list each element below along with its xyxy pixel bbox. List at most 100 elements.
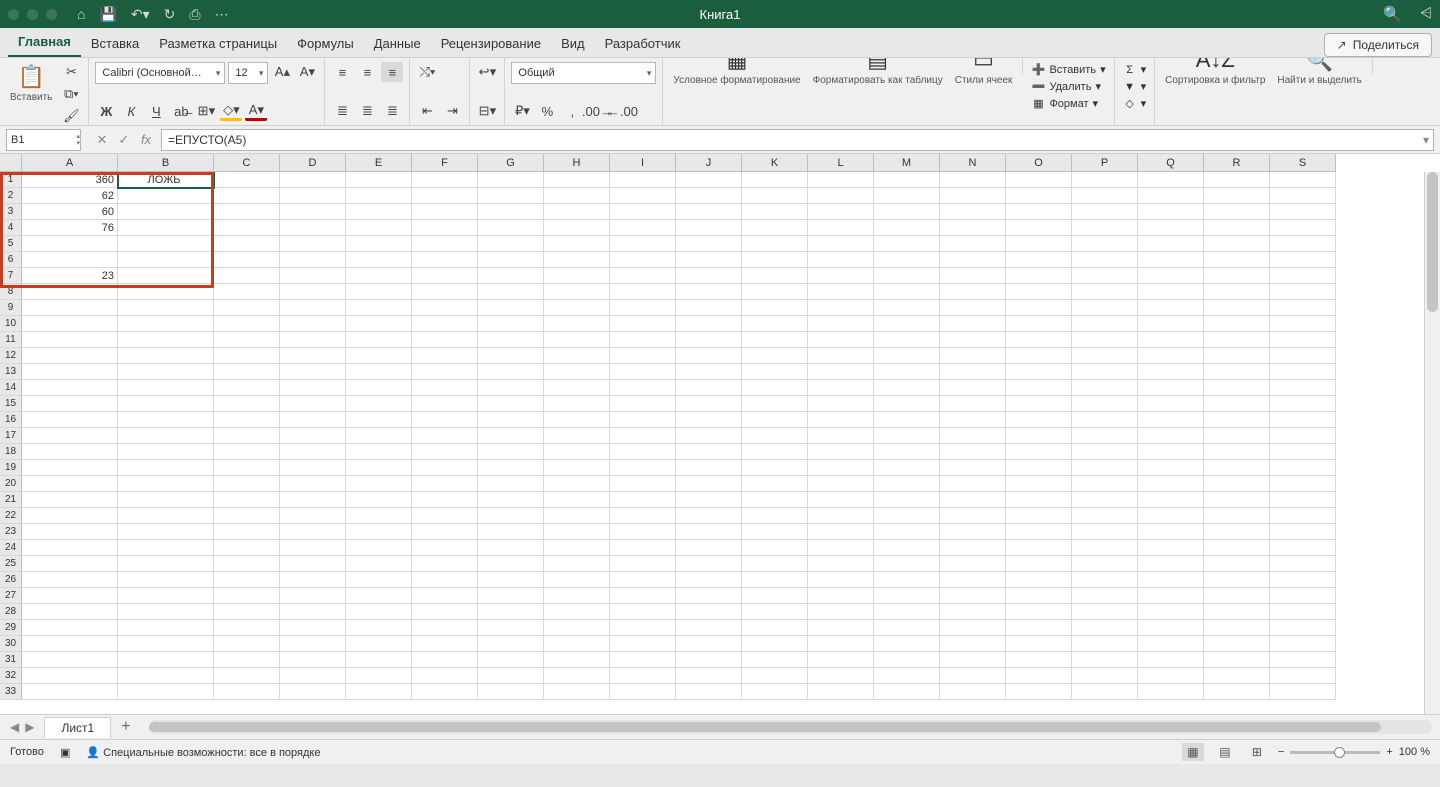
column-header-I[interactable]: I	[610, 154, 676, 172]
tab-insert[interactable]: Вставка	[81, 32, 149, 57]
cell-E3[interactable]	[346, 204, 412, 220]
cell-C9[interactable]	[214, 300, 280, 316]
cell-A10[interactable]	[22, 316, 118, 332]
cell-H14[interactable]	[544, 380, 610, 396]
row-header-16[interactable]: 16	[0, 412, 22, 428]
cell-E13[interactable]	[346, 364, 412, 380]
cell-R26[interactable]	[1204, 572, 1270, 588]
cell-I19[interactable]	[610, 460, 676, 476]
cell-O8[interactable]	[1006, 284, 1072, 300]
cell-P16[interactable]	[1072, 412, 1138, 428]
cell-O2[interactable]	[1006, 188, 1072, 204]
tab-developer[interactable]: Разработчик	[595, 32, 691, 57]
cell-E14[interactable]	[346, 380, 412, 396]
cell-C32[interactable]	[214, 668, 280, 684]
cell-Q13[interactable]	[1138, 364, 1204, 380]
cell-P33[interactable]	[1072, 684, 1138, 700]
cell-J20[interactable]	[676, 476, 742, 492]
cell-S23[interactable]	[1270, 524, 1336, 540]
cell-K1[interactable]	[742, 172, 808, 188]
cell-J5[interactable]	[676, 236, 742, 252]
cell-P14[interactable]	[1072, 380, 1138, 396]
cell-R12[interactable]	[1204, 348, 1270, 364]
cell-Q25[interactable]	[1138, 556, 1204, 572]
cell-J1[interactable]	[676, 172, 742, 188]
cell-N1[interactable]	[940, 172, 1006, 188]
cell-B15[interactable]	[118, 396, 214, 412]
cell-M21[interactable]	[874, 492, 940, 508]
cell-D26[interactable]	[280, 572, 346, 588]
orientation-icon[interactable]: ⤭▾	[416, 62, 438, 82]
cell-R5[interactable]	[1204, 236, 1270, 252]
cell-R10[interactable]	[1204, 316, 1270, 332]
cell-A12[interactable]	[22, 348, 118, 364]
cell-I29[interactable]	[610, 620, 676, 636]
cell-I16[interactable]	[610, 412, 676, 428]
cell-F22[interactable]	[412, 508, 478, 524]
cell-K22[interactable]	[742, 508, 808, 524]
cell-O4[interactable]	[1006, 220, 1072, 236]
cell-C30[interactable]	[214, 636, 280, 652]
cell-N2[interactable]	[940, 188, 1006, 204]
cell-G19[interactable]	[478, 460, 544, 476]
cell-K29[interactable]	[742, 620, 808, 636]
row-header-10[interactable]: 10	[0, 316, 22, 332]
cell-I28[interactable]	[610, 604, 676, 620]
cell-D31[interactable]	[280, 652, 346, 668]
cell-E18[interactable]	[346, 444, 412, 460]
font-size-dropdown[interactable]: 12	[228, 62, 268, 84]
cell-A7[interactable]: 23	[22, 268, 118, 284]
cell-G31[interactable]	[478, 652, 544, 668]
cell-A17[interactable]	[22, 428, 118, 444]
cell-E4[interactable]	[346, 220, 412, 236]
cell-H15[interactable]	[544, 396, 610, 412]
cell-Q20[interactable]	[1138, 476, 1204, 492]
cell-A27[interactable]	[22, 588, 118, 604]
cell-R4[interactable]	[1204, 220, 1270, 236]
view-page-layout-icon[interactable]: ▤	[1214, 743, 1236, 761]
cell-R31[interactable]	[1204, 652, 1270, 668]
macro-record-icon[interactable]: ▣	[60, 746, 70, 759]
next-sheet-icon[interactable]: ▶	[25, 720, 34, 734]
cell-D8[interactable]	[280, 284, 346, 300]
cell-Q21[interactable]	[1138, 492, 1204, 508]
cell-J16[interactable]	[676, 412, 742, 428]
cell-M3[interactable]	[874, 204, 940, 220]
cell-S1[interactable]	[1270, 172, 1336, 188]
cell-O29[interactable]	[1006, 620, 1072, 636]
cell-B2[interactable]	[118, 188, 214, 204]
cells-area[interactable]: 360ЛОЖЬ62607623	[22, 172, 1424, 714]
cell-L8[interactable]	[808, 284, 874, 300]
column-header-B[interactable]: B	[118, 154, 214, 172]
tab-view[interactable]: Вид	[551, 32, 595, 57]
cell-H1[interactable]	[544, 172, 610, 188]
cell-N20[interactable]	[940, 476, 1006, 492]
cell-D7[interactable]	[280, 268, 346, 284]
cell-F20[interactable]	[412, 476, 478, 492]
cell-O15[interactable]	[1006, 396, 1072, 412]
cell-J28[interactable]	[676, 604, 742, 620]
cell-F5[interactable]	[412, 236, 478, 252]
cell-B25[interactable]	[118, 556, 214, 572]
cell-A14[interactable]	[22, 380, 118, 396]
cell-B6[interactable]	[118, 252, 214, 268]
column-header-P[interactable]: P	[1072, 154, 1138, 172]
cell-B5[interactable]	[118, 236, 214, 252]
cell-L22[interactable]	[808, 508, 874, 524]
cell-I17[interactable]	[610, 428, 676, 444]
cell-G13[interactable]	[478, 364, 544, 380]
cell-S5[interactable]	[1270, 236, 1336, 252]
cell-N8[interactable]	[940, 284, 1006, 300]
cell-P20[interactable]	[1072, 476, 1138, 492]
row-header-5[interactable]: 5	[0, 236, 22, 252]
cell-F31[interactable]	[412, 652, 478, 668]
cell-M5[interactable]	[874, 236, 940, 252]
cell-O26[interactable]	[1006, 572, 1072, 588]
share-icon[interactable]: ⩤	[1420, 5, 1432, 23]
cell-M14[interactable]	[874, 380, 940, 396]
cell-J25[interactable]	[676, 556, 742, 572]
cell-Q10[interactable]	[1138, 316, 1204, 332]
cell-A16[interactable]	[22, 412, 118, 428]
cell-K8[interactable]	[742, 284, 808, 300]
cell-O12[interactable]	[1006, 348, 1072, 364]
